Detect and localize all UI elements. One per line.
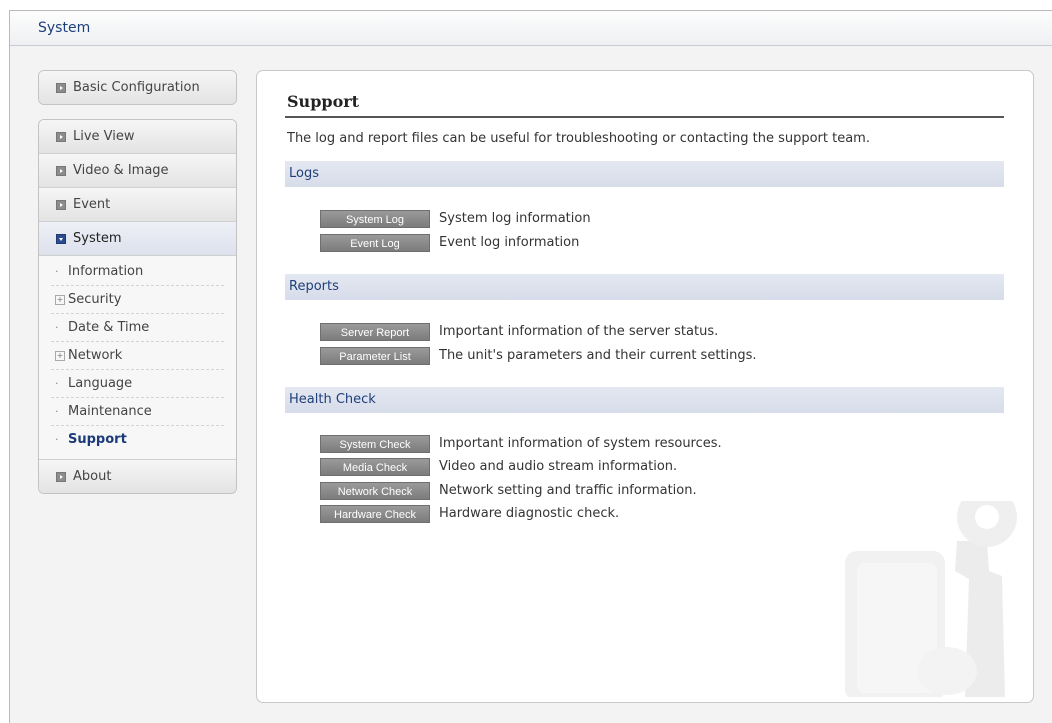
row-description: Hardware diagnostic check.	[439, 506, 620, 521]
nav-label: About	[73, 469, 112, 484]
bullet-icon: ·	[55, 377, 59, 390]
page-title: Support	[287, 92, 360, 111]
page-body: Basic Configuration Live View Video & Im…	[10, 46, 1052, 723]
arrow-right-icon	[56, 132, 66, 142]
browser-window: System Basic Configuration Live View Vid…	[9, 10, 1052, 723]
bullet-icon: ·	[55, 321, 59, 334]
nav-label: Video & Image	[73, 163, 169, 178]
nav-video-image[interactable]: Video & Image	[39, 154, 236, 188]
row-description: Event log information	[439, 235, 580, 250]
bullet-icon: ·	[55, 433, 59, 446]
nav-live-view[interactable]: Live View	[39, 120, 236, 154]
nav-label: System	[73, 231, 122, 246]
nav-label: Live View	[73, 129, 135, 144]
window-title: System	[38, 20, 91, 36]
row-description: Network setting and traffic information.	[439, 483, 697, 498]
sidebar-item-label: Date & Time	[68, 320, 150, 335]
row-description: System log information	[439, 211, 591, 226]
sidebar-item-language[interactable]: · Language	[51, 370, 224, 398]
sidebar-item-support[interactable]: · Support	[51, 426, 224, 453]
title-bar: System	[10, 11, 1052, 46]
sidebar-item-maintenance[interactable]: · Maintenance	[51, 398, 224, 426]
support-panel: Support The log and report files can be …	[256, 70, 1034, 703]
plus-box-icon[interactable]: +	[55, 351, 65, 361]
sidebar-item-label: Maintenance	[68, 404, 152, 419]
event-log-button[interactable]: Event Log	[320, 234, 430, 252]
plus-box-icon[interactable]: +	[55, 295, 65, 305]
arrow-down-icon	[56, 234, 66, 244]
sidebar-item-date-time[interactable]: · Date & Time	[51, 314, 224, 342]
sidebar-item-label: Security	[68, 292, 122, 307]
row-description: The unit's parameters and their current …	[439, 348, 757, 363]
main-nav: Live View Video & Image Event System · I…	[38, 119, 237, 494]
system-log-button[interactable]: System Log	[320, 210, 430, 228]
section-title: Health Check	[289, 392, 376, 407]
system-submenu: · Information + Security · Date & Time +…	[39, 256, 236, 460]
sidebar-item-network[interactable]: + Network	[51, 342, 224, 370]
arrow-right-icon	[56, 83, 66, 93]
nav-system[interactable]: System	[39, 222, 236, 256]
hardware-check-button[interactable]: Hardware Check	[320, 505, 430, 523]
parameter-list-button[interactable]: Parameter List	[320, 347, 430, 365]
section-title: Reports	[289, 279, 339, 294]
section-header-logs: Logs	[285, 161, 1004, 187]
sidebar-item-label: Network	[68, 348, 123, 363]
server-report-button[interactable]: Server Report	[320, 323, 430, 341]
row-description: Important information of system resource…	[439, 436, 722, 451]
nav-event[interactable]: Event	[39, 188, 236, 222]
intro-text: The log and report files can be useful f…	[287, 131, 870, 146]
media-check-button[interactable]: Media Check	[320, 458, 430, 476]
arrow-right-icon	[56, 166, 66, 176]
sidebar-item-security[interactable]: + Security	[51, 286, 224, 314]
sidebar-item-label: Information	[68, 264, 144, 279]
nav-label: Basic Configuration	[73, 80, 200, 95]
bullet-icon: ·	[55, 405, 59, 418]
section-header-reports: Reports	[285, 274, 1004, 300]
nav-label: Event	[73, 197, 111, 212]
nav-about[interactable]: About	[39, 460, 236, 493]
section-title: Logs	[289, 166, 319, 181]
row-description: Video and audio stream information.	[439, 459, 678, 474]
bullet-icon: ·	[55, 265, 59, 278]
row-description: Important information of the server stat…	[439, 324, 719, 339]
network-check-button[interactable]: Network Check	[320, 482, 430, 500]
nav-basic-configuration[interactable]: Basic Configuration	[39, 71, 236, 104]
nav-basic-configuration-box: Basic Configuration	[38, 70, 237, 105]
arrow-right-icon	[56, 472, 66, 482]
arrow-right-icon	[56, 200, 66, 210]
section-header-health-check: Health Check	[285, 387, 1004, 413]
system-check-button[interactable]: System Check	[320, 435, 430, 453]
sidebar-item-label: Support	[68, 432, 127, 447]
title-divider	[285, 116, 1004, 118]
sidebar-item-label: Language	[68, 376, 133, 391]
tools-watermark-icon	[845, 501, 1017, 697]
sidebar-item-information[interactable]: · Information	[51, 258, 224, 286]
